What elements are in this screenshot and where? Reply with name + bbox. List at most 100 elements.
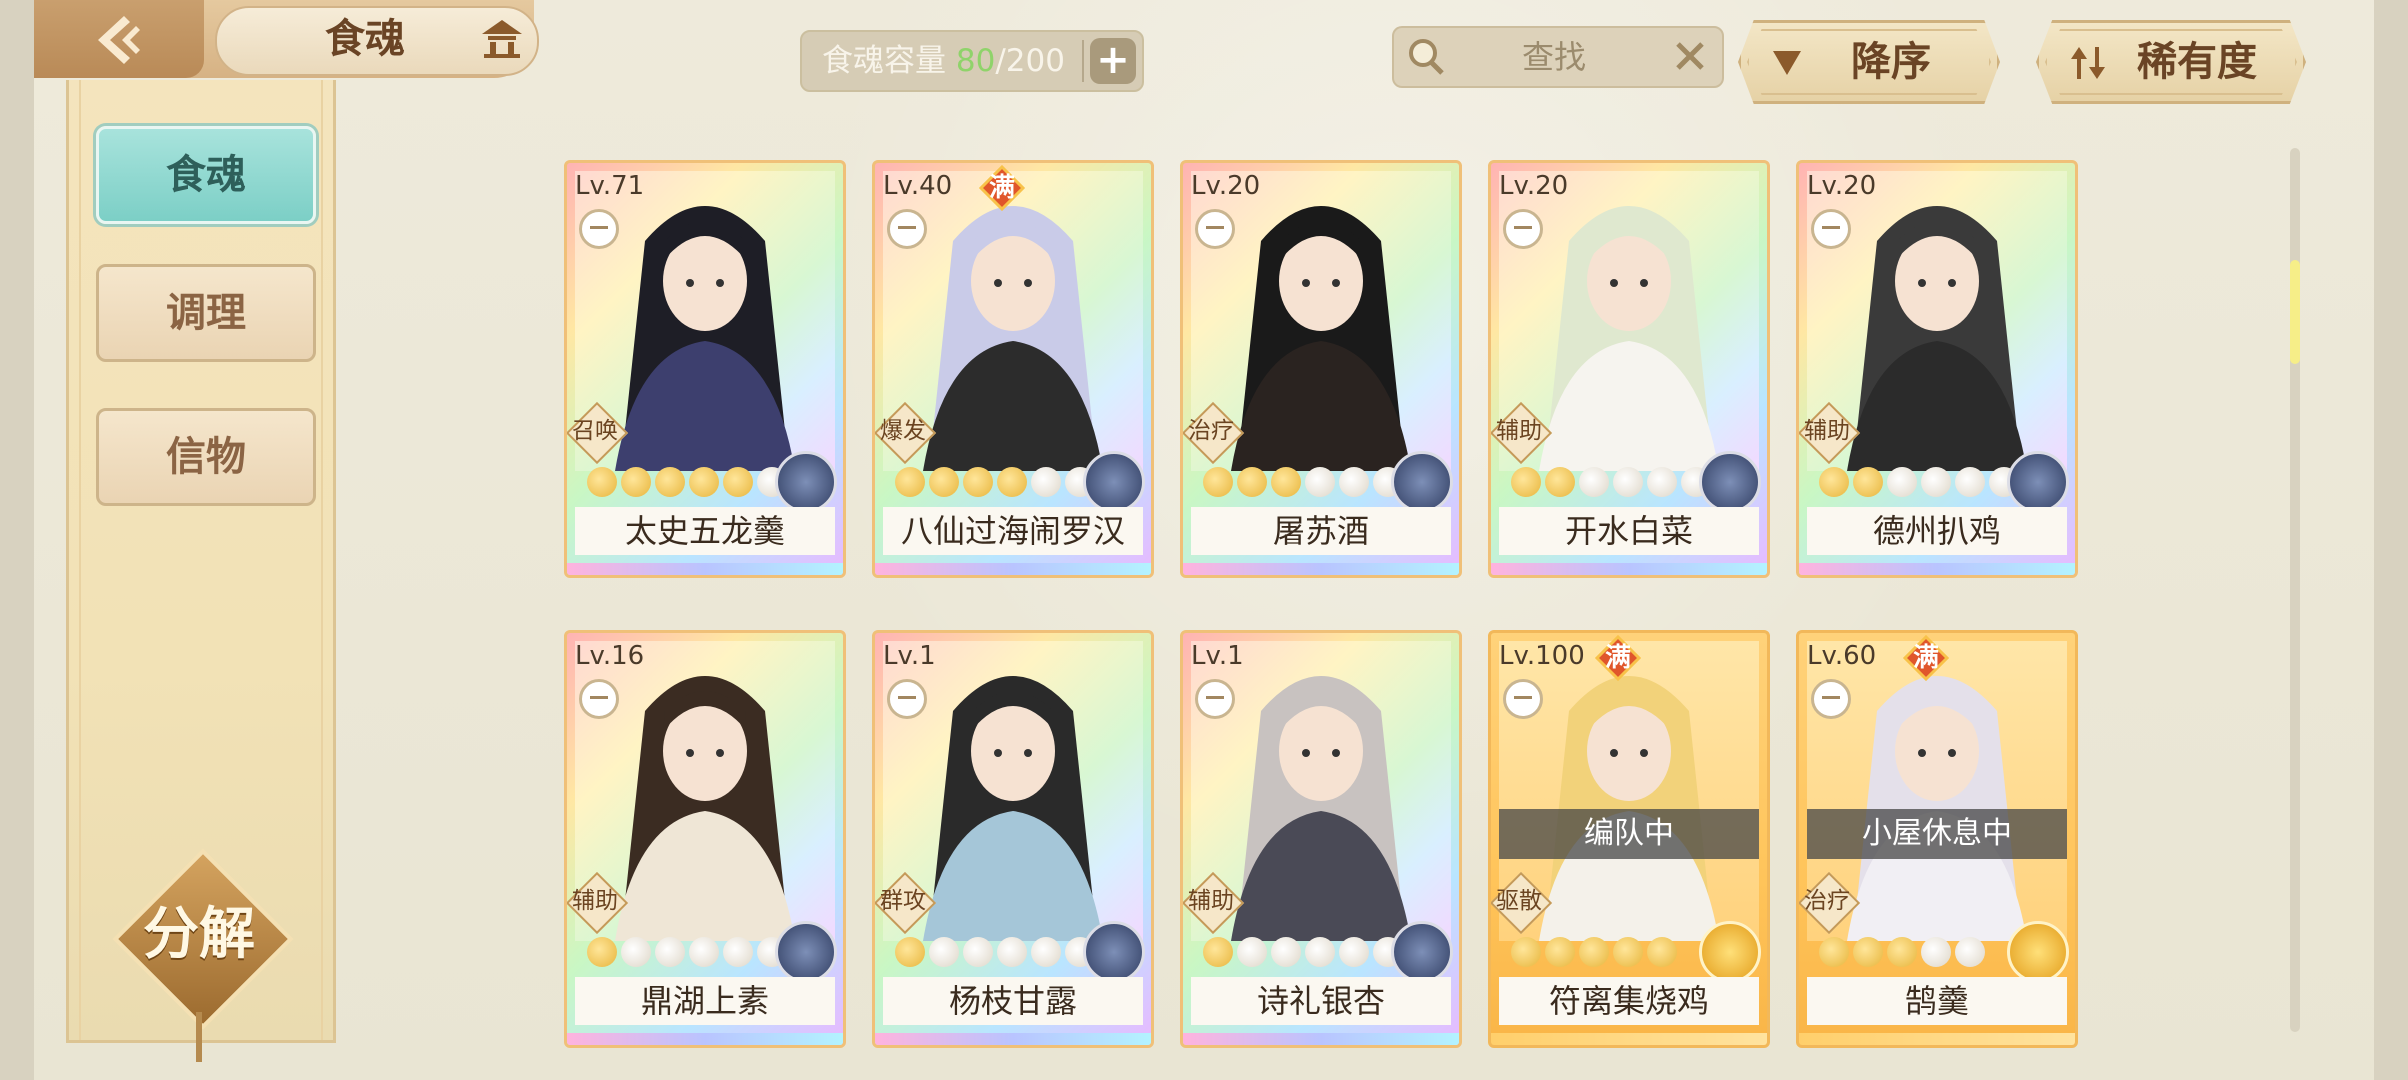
food-soul-card[interactable]: Lv.1 辅助 诗礼银杏 <box>1180 630 1462 1048</box>
tab-conditioning[interactable]: 调理 <box>96 264 316 362</box>
max-badge: 满 <box>1594 634 1642 682</box>
star-icon <box>1613 467 1643 497</box>
character-name: 鹄羹 <box>1904 982 1969 1020</box>
star-icon <box>1647 937 1677 967</box>
star-icon <box>929 937 959 967</box>
search-box[interactable]: 查找 <box>1392 26 1724 88</box>
star-rating <box>895 937 1095 967</box>
star-icon <box>621 937 651 967</box>
star-icon <box>1339 937 1369 967</box>
star-rating <box>1511 937 1677 967</box>
minus-icon[interactable] <box>887 679 927 719</box>
minus-icon[interactable] <box>579 209 619 249</box>
star-icon <box>1031 937 1061 967</box>
max-badge-label: 满 <box>988 173 1015 203</box>
level-label: Lv.100 <box>1499 641 1585 671</box>
role-badge: 辅助 <box>1799 401 1861 465</box>
sort-order-label: 降序 <box>1851 39 1931 85</box>
max-badge: 满 <box>978 164 1026 212</box>
tab-tokens[interactable]: 信物 <box>96 408 316 506</box>
search-icon <box>1409 39 1444 75</box>
character-name: 太史五龙羹 <box>624 512 785 550</box>
star-icon <box>1237 467 1267 497</box>
sort-arrows-icon <box>2071 47 2105 79</box>
minus-icon[interactable] <box>887 209 927 249</box>
role-label: 爆发 <box>880 418 926 444</box>
food-soul-card[interactable]: Lv.20 辅助 德州扒鸡 <box>1796 160 2078 578</box>
status-text: 编队中 <box>1584 816 1674 851</box>
scrollbar-thumb[interactable] <box>2290 260 2300 364</box>
minus-icon[interactable] <box>1503 679 1543 719</box>
food-soul-card[interactable]: Lv.100 满编队中 驱散符离集烧鸡 <box>1488 630 1770 1048</box>
role-badge: 辅助 <box>567 871 629 935</box>
decompose-button[interactable]: 分解 <box>112 848 294 1030</box>
star-icon <box>689 467 719 497</box>
star-icon <box>895 467 925 497</box>
tab-conditioning-label: 调理 <box>166 290 246 336</box>
add-capacity-button[interactable]: + <box>1090 38 1136 84</box>
card-footer <box>875 1033 1151 1045</box>
element-icon <box>1083 451 1145 513</box>
role-badge: 治疗 <box>1183 401 1245 465</box>
star-rating <box>1203 467 1403 497</box>
name-bar: 符离集烧鸡 <box>1499 977 1759 1025</box>
food-soul-card[interactable]: Lv.40 满爆发 八仙过海闹罗汉 <box>872 160 1154 578</box>
level-label: Lv.1 <box>1191 641 1244 671</box>
minus-icon[interactable] <box>579 679 619 719</box>
character-name: 诗礼银杏 <box>1256 982 1385 1020</box>
role-label: 辅助 <box>572 888 618 914</box>
food-soul-card[interactable]: Lv.20 辅助 开水白菜 <box>1488 160 1770 578</box>
element-icon <box>1391 451 1453 513</box>
role-badge: 驱散 <box>1491 871 1553 935</box>
name-bar: 鹄羹 <box>1807 977 2067 1025</box>
star-icon <box>1579 467 1609 497</box>
name-bar: 鼎湖上素 <box>575 977 835 1025</box>
sort-by-label: 稀有度 <box>2137 39 2257 85</box>
star-icon <box>621 467 651 497</box>
sort-by-button[interactable]: 稀有度 <box>2036 20 2306 104</box>
role-label: 辅助 <box>1804 418 1850 444</box>
capacity-divider <box>1082 40 1084 82</box>
character-name: 八仙过海闹罗汉 <box>900 512 1125 550</box>
star-icon <box>1647 467 1677 497</box>
add-icon: + <box>1096 37 1130 83</box>
sort-order-button[interactable]: 降序 <box>1738 20 2000 104</box>
card-footer <box>1183 1033 1459 1045</box>
minus-icon[interactable] <box>1195 679 1235 719</box>
star-icon <box>1955 937 1985 967</box>
capacity-panel: 食魂容量 80/200 + <box>800 30 1144 92</box>
character-name: 杨枝甘露 <box>948 982 1077 1020</box>
tassel-ornament <box>196 1012 202 1062</box>
triangle-down-icon <box>1773 51 1801 75</box>
element-icon <box>1083 921 1145 983</box>
food-soul-card[interactable]: Lv.60 满小屋休息中 治疗 鹄羹 <box>1796 630 2078 1048</box>
home-icon[interactable] <box>478 18 526 60</box>
card-footer <box>1183 563 1459 575</box>
name-bar: 太史五龙羹 <box>575 507 835 555</box>
star-icon <box>997 937 1027 967</box>
max-badge: 满 <box>1902 634 1950 682</box>
food-soul-card[interactable]: Lv.20 治疗 屠苏酒 <box>1180 160 1462 578</box>
minus-icon[interactable] <box>1195 209 1235 249</box>
tab-food-souls[interactable]: 食魂 <box>96 126 316 224</box>
name-bar: 屠苏酒 <box>1191 507 1451 555</box>
close-icon[interactable] <box>1672 38 1708 74</box>
star-icon <box>1613 937 1643 967</box>
star-rating <box>587 937 787 967</box>
card-footer <box>567 563 843 575</box>
level-label: Lv.1 <box>883 641 936 671</box>
back-button[interactable] <box>34 0 204 78</box>
star-icon <box>1031 467 1061 497</box>
role-badge: 治疗 <box>1799 871 1861 935</box>
food-soul-card[interactable]: Lv.1 群攻 杨枝甘露 <box>872 630 1154 1048</box>
star-icon <box>1887 467 1917 497</box>
star-icon <box>1203 467 1233 497</box>
minus-icon[interactable] <box>1503 209 1543 249</box>
food-soul-card[interactable]: Lv.71 召唤 太史五龙羹 <box>564 160 846 578</box>
food-soul-card[interactable]: Lv.16 辅助鼎湖上素 <box>564 630 846 1048</box>
minus-icon[interactable] <box>1811 209 1851 249</box>
star-icon <box>587 467 617 497</box>
level-label: Lv.16 <box>575 641 645 671</box>
star-icon <box>1819 467 1849 497</box>
minus-icon[interactable] <box>1811 679 1851 719</box>
